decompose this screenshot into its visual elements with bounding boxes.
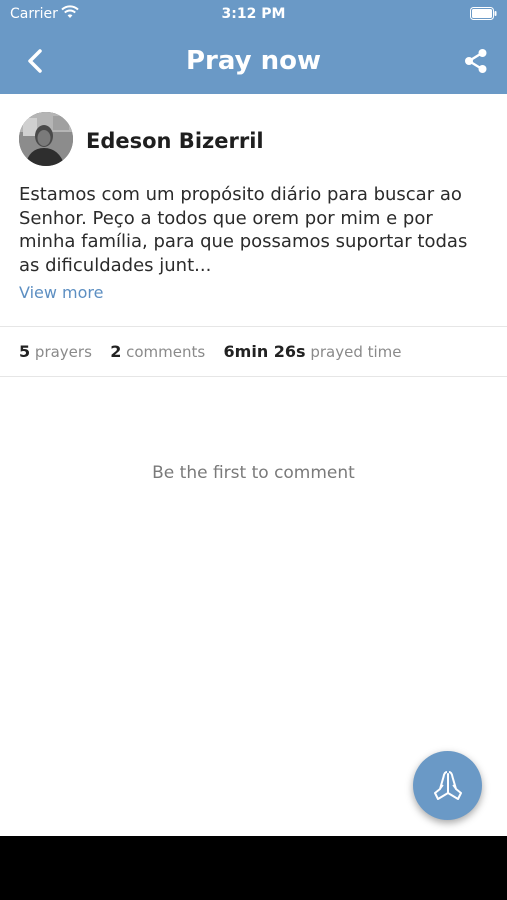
divider bbox=[0, 376, 507, 377]
author-name[interactable]: Edeson Bizerril bbox=[86, 129, 264, 153]
share-button[interactable] bbox=[459, 44, 493, 78]
avatar-photo bbox=[19, 112, 73, 166]
screen: Carrier 3:12 PM Pray now Edeson Bizerril… bbox=[0, 0, 507, 836]
avatar[interactable] bbox=[19, 112, 73, 166]
empty-comments-message: Be the first to comment bbox=[152, 463, 355, 483]
status-bar: Carrier 3:12 PM bbox=[0, 0, 507, 28]
page-title: Pray now bbox=[185, 46, 321, 76]
prayers-count: 5 bbox=[19, 342, 31, 361]
divider bbox=[0, 326, 507, 327]
comments-count: 2 bbox=[110, 342, 122, 361]
view-more-link[interactable]: View more bbox=[19, 283, 104, 302]
prayed-time-value: 6min 26s bbox=[223, 342, 306, 361]
prayers-label: prayers bbox=[34, 343, 92, 361]
battery-icon bbox=[470, 7, 497, 20]
prayed-time-label: prayed time bbox=[310, 343, 402, 361]
comments-label: comments bbox=[126, 343, 206, 361]
nav-header: Carrier 3:12 PM Pray now bbox=[0, 0, 507, 94]
share-icon bbox=[465, 49, 487, 73]
pray-button[interactable] bbox=[413, 751, 482, 820]
prayer-stats: 5 prayers 2 comments 6min 26s prayed tim… bbox=[19, 342, 406, 361]
status-time: 3:12 PM bbox=[221, 6, 286, 22]
praying-hands-icon bbox=[433, 770, 462, 800]
post-body: Estamos com um propósito diário para bus… bbox=[19, 184, 468, 276]
